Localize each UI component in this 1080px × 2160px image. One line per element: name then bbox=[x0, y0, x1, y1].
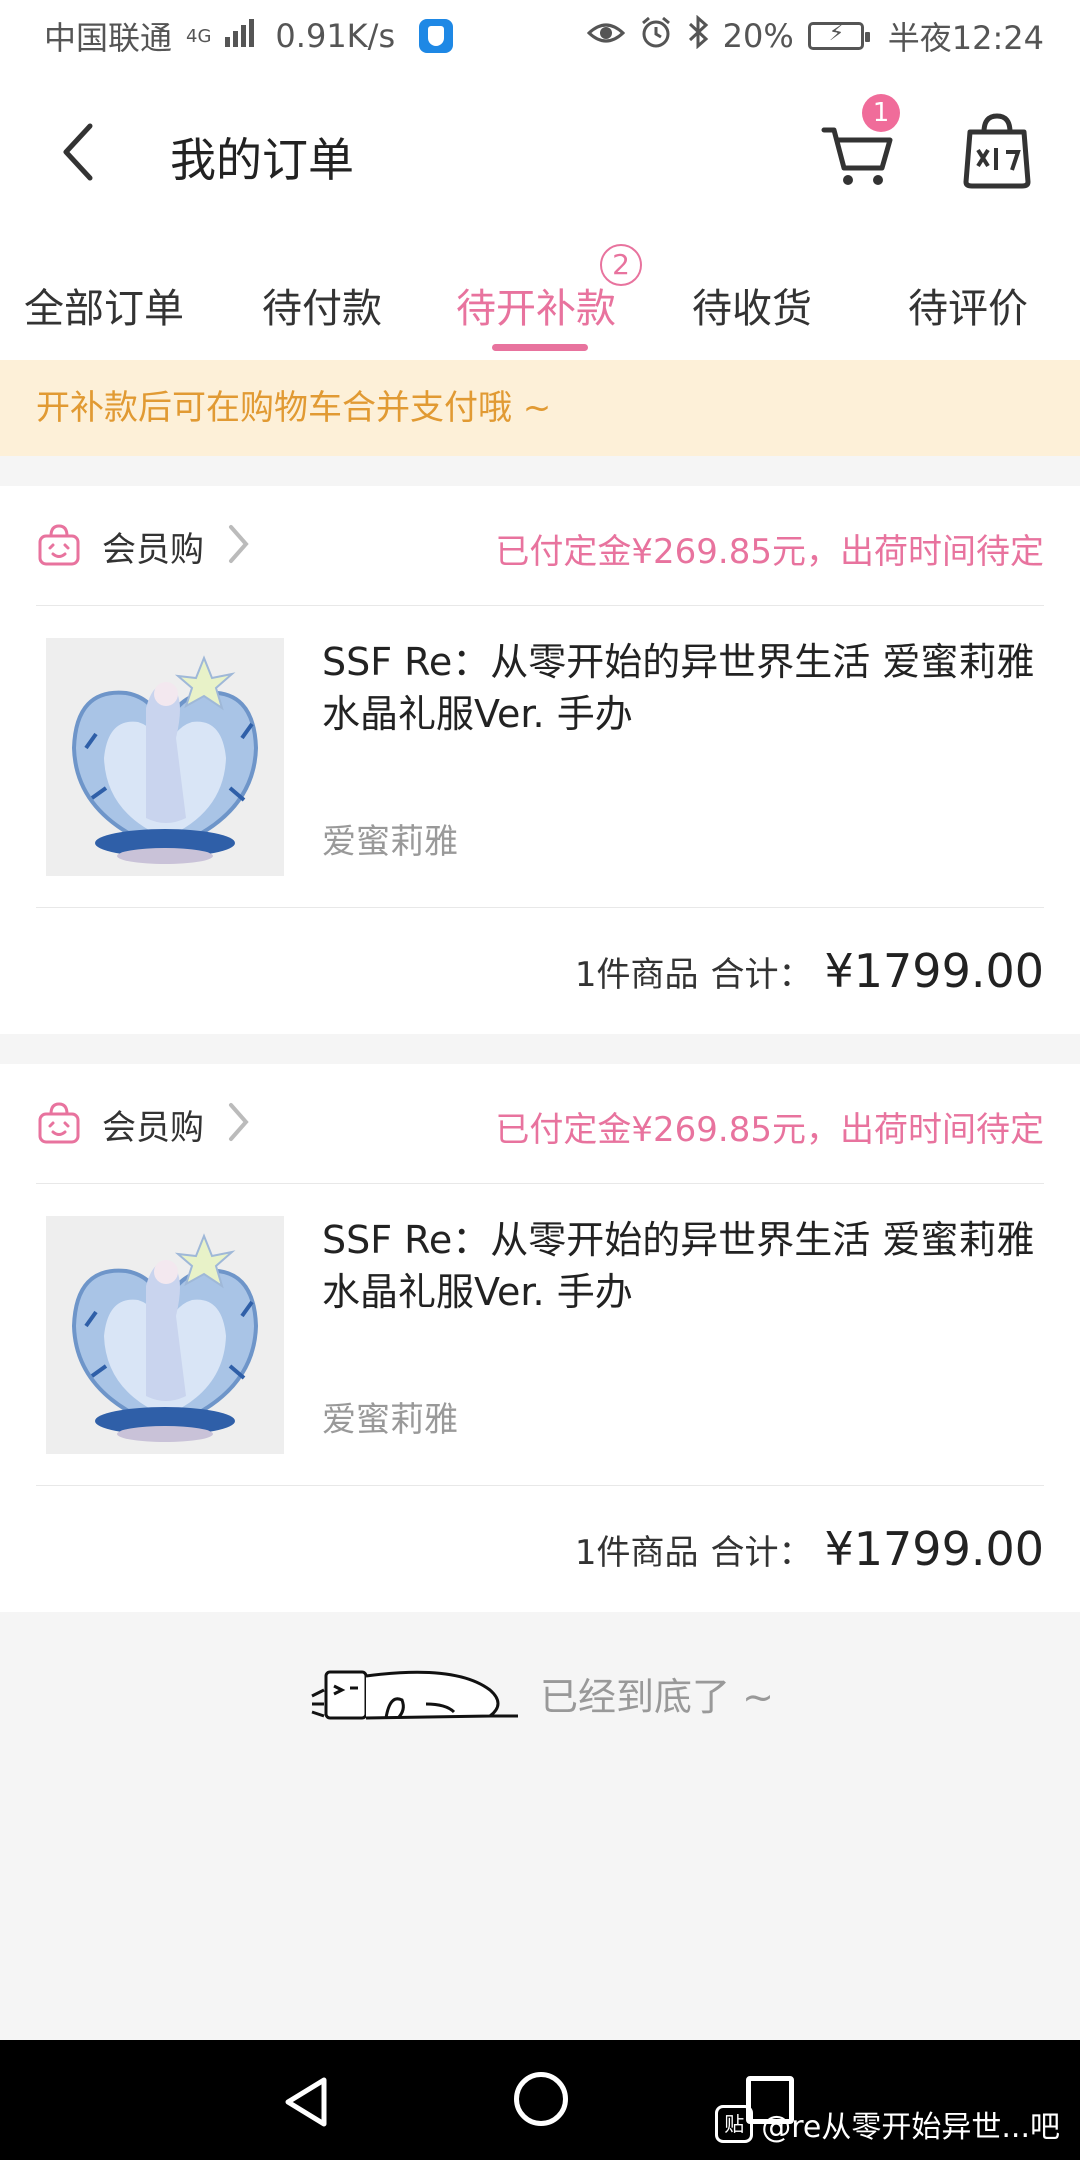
item-count: 1件商品 bbox=[574, 1532, 699, 1573]
back-arrow-icon bbox=[63, 123, 93, 181]
system-nav-bar: 贴 @re从零开始异世...吧 bbox=[0, 2040, 1080, 2160]
order-status: 已付定金¥269.85元，出荷时间待定 bbox=[495, 1110, 1044, 1150]
shopping-bag-button[interactable] bbox=[962, 110, 1032, 190]
shop-bag-icon bbox=[38, 524, 80, 566]
order-header: 会员购 已付定金¥269.85元，出荷时间待定 bbox=[36, 486, 1044, 606]
item-count: 1件商品 bbox=[574, 954, 699, 995]
status-left: 中国联通 4G 0.91K/s bbox=[44, 13, 454, 59]
watermark: 贴 @re从零开始异世...吧 bbox=[715, 2102, 1060, 2146]
bluetooth-icon bbox=[687, 14, 709, 57]
active-tab-indicator bbox=[492, 344, 588, 351]
tab-all-orders[interactable]: 全部订单 bbox=[24, 276, 184, 334]
nav-home-icon[interactable] bbox=[514, 2072, 568, 2126]
order-product[interactable]: SSF Re：从零开始的异世界生活 爱蜜莉雅 水晶礼服Ver. 手办 爱蜜莉雅 bbox=[36, 1184, 1044, 1486]
product-variant: 爱蜜莉雅 bbox=[322, 1400, 458, 1440]
total-price: ¥1799.00 bbox=[824, 1522, 1045, 1576]
product-image[interactable] bbox=[46, 1216, 284, 1454]
tab-pending-balance[interactable]: 待开补款 bbox=[456, 276, 616, 334]
network-speed: 0.91K/s bbox=[275, 17, 396, 55]
order-footer: 1件商品 合计： ¥1799.00 bbox=[575, 908, 1044, 1034]
notice-banner: 开补款后可在购物车合并支付哦 ~ bbox=[0, 360, 1080, 456]
tab-pending-receipt[interactable]: 待收货 bbox=[692, 276, 812, 334]
network-type: 4G bbox=[186, 25, 212, 47]
back-button[interactable] bbox=[54, 120, 114, 184]
alarm-icon bbox=[639, 15, 673, 57]
tab-count-badge: 2 bbox=[600, 244, 642, 286]
product-variant: 爱蜜莉雅 bbox=[322, 822, 458, 862]
order-card[interactable]: 会员购 已付定金¥269.85元，出荷时间待定 SSF Re：从零开始的异世界生… bbox=[0, 1064, 1080, 1612]
shield-app-icon bbox=[419, 19, 454, 53]
cart-badge: 1 bbox=[862, 94, 900, 132]
clock-text: 半夜12:24 bbox=[887, 19, 1044, 57]
tab-pending-payment[interactable]: 待付款 bbox=[262, 276, 382, 334]
battery-percent: 20% bbox=[722, 17, 794, 55]
app-header: 我的订单 1 bbox=[0, 72, 1080, 232]
shop-name[interactable]: 会员购 bbox=[102, 1100, 204, 1149]
nav-back-icon[interactable] bbox=[280, 2074, 336, 2130]
tab-pending-review[interactable]: 待评价 bbox=[908, 276, 1028, 334]
watermark-text: @re从零开始异世...吧 bbox=[761, 2110, 1060, 2145]
chevron-right-icon[interactable] bbox=[226, 522, 252, 566]
eye-icon bbox=[586, 17, 625, 55]
order-status: 已付定金¥269.85元，出荷时间待定 bbox=[495, 532, 1044, 572]
total-label: 合计： bbox=[710, 954, 813, 995]
order-header: 会员购 已付定金¥269.85元，出荷时间待定 bbox=[36, 1064, 1044, 1184]
status-bar: 中国联通 4G 0.91K/s 20% ⚡ 半夜12:24 bbox=[0, 0, 1080, 72]
total-price: ¥1799.00 bbox=[824, 944, 1045, 998]
product-image[interactable] bbox=[46, 638, 284, 876]
end-of-list: 已经到底了 ~ bbox=[0, 1660, 1080, 1726]
tieba-logo-icon: 贴 bbox=[715, 2105, 754, 2143]
signal-icon bbox=[225, 17, 261, 55]
battery-icon: ⚡ bbox=[807, 21, 870, 50]
shop-name[interactable]: 会员购 bbox=[102, 522, 204, 571]
order-tabs: 全部订单 待付款 待开补款 2 待收货 待评价 bbox=[0, 232, 1080, 360]
order-card[interactable]: 会员购 已付定金¥269.85元，出荷时间待定 SSF Re：从零开始的异世界生… bbox=[0, 486, 1080, 1034]
status-right: 20% ⚡ 半夜12:24 bbox=[586, 13, 1044, 59]
end-of-list-text: 已经到底了 ~ bbox=[540, 1674, 774, 1719]
page-title: 我的订单 bbox=[170, 133, 354, 187]
shop-bag-icon bbox=[38, 1102, 80, 1144]
order-product[interactable]: SSF Re：从零开始的异世界生活 爱蜜莉雅 水晶礼服Ver. 手办 爱蜜莉雅 bbox=[36, 606, 1044, 908]
carrier-text: 中国联通 bbox=[44, 19, 173, 57]
total-label: 合计： bbox=[710, 1532, 813, 1573]
shopping-bag-icon bbox=[963, 113, 1031, 189]
product-title[interactable]: SSF Re：从零开始的异世界生活 爱蜜莉雅 水晶礼服Ver. 手办 bbox=[322, 1214, 1044, 1318]
order-footer: 1件商品 合计： ¥1799.00 bbox=[575, 1486, 1044, 1612]
product-title[interactable]: SSF Re：从零开始的异世界生活 爱蜜莉雅 水晶礼服Ver. 手办 bbox=[322, 636, 1044, 740]
chevron-right-icon[interactable] bbox=[226, 1100, 252, 1144]
lying-mascot-icon bbox=[311, 1670, 519, 1720]
